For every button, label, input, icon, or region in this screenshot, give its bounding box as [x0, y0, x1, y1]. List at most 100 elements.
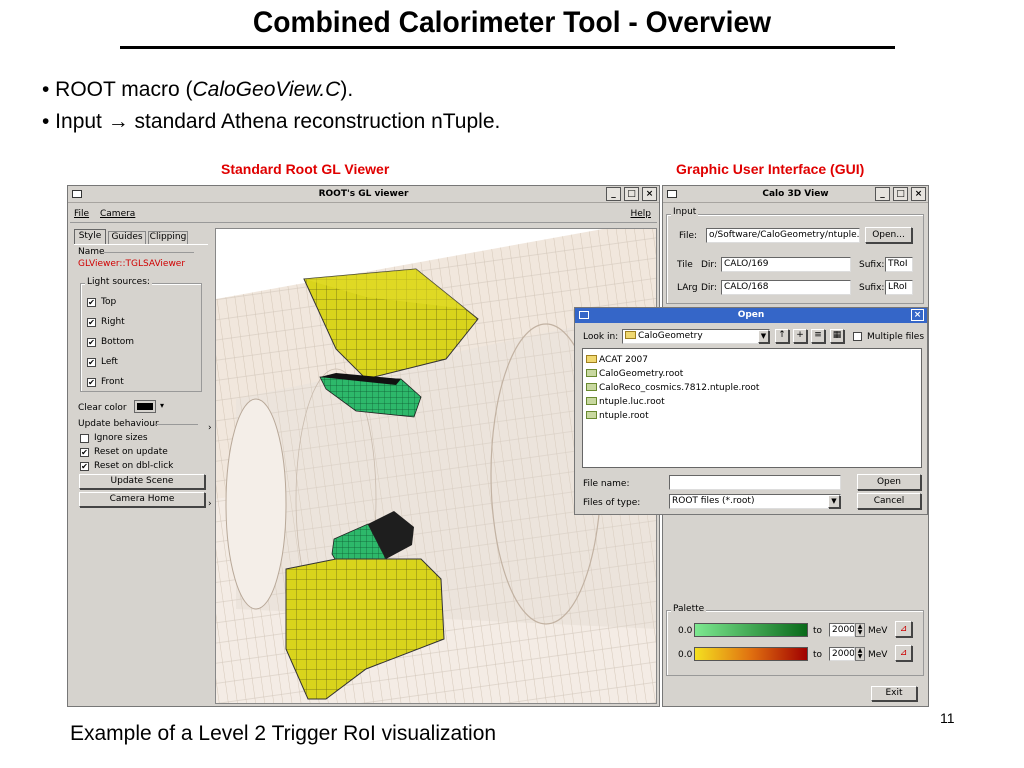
multiple-files-checkbox[interactable]: [853, 332, 862, 341]
reset-on-update-label: Reset on update: [94, 447, 168, 457]
tab-style[interactable]: Style: [74, 229, 106, 244]
camera-home-button[interactable]: Camera Home: [79, 492, 205, 507]
list-view-icon[interactable]: ≡: [811, 329, 825, 343]
light-bottom-label: Bottom: [101, 337, 135, 347]
palette-1-max-input[interactable]: 2000: [829, 623, 855, 637]
palette-2-unit: MeV: [868, 650, 888, 660]
calo-view-titlebar[interactable]: Calo 3D View _ □ ×: [663, 186, 928, 203]
list-item[interactable]: ntuple.root: [586, 411, 649, 421]
palette-1-spinner-icon[interactable]: ▲ ▼: [855, 623, 865, 637]
palette-2-max-input[interactable]: 2000: [829, 647, 855, 661]
caption-gl-viewer: Standard Root GL Viewer: [221, 161, 390, 177]
look-in-select[interactable]: CaloGeometry: [622, 329, 770, 344]
exit-button[interactable]: Exit: [871, 686, 917, 701]
reset-on-update-checkbox[interactable]: ✔: [80, 448, 89, 457]
close-icon[interactable]: ×: [911, 309, 924, 321]
tab-clipping[interactable]: Clipping: [148, 231, 188, 244]
file-open-button[interactable]: Open...: [865, 227, 912, 243]
open-dialog-title: Open: [737, 310, 765, 320]
root-file-icon: [586, 397, 597, 405]
file-name-input[interactable]: [669, 475, 841, 490]
palette-1-edit-icon[interactable]: ⊿: [895, 621, 912, 637]
palette-2-edit-icon[interactable]: ⊿: [895, 645, 912, 661]
light-bottom-checkbox[interactable]: ✔: [87, 338, 96, 347]
caption-gui: Graphic User Interface (GUI): [676, 161, 865, 177]
slide-title: Combined Calorimeter Tool - Overview: [252, 6, 772, 39]
clear-color-picker[interactable]: [134, 400, 156, 413]
list-item[interactable]: CaloGeometry.root: [586, 369, 683, 379]
palette-label: Palette: [671, 604, 707, 614]
menu-camera[interactable]: Camera: [100, 209, 135, 219]
new-folder-icon[interactable]: +: [793, 329, 807, 343]
tile-sufix-input[interactable]: TRoI: [885, 257, 913, 272]
light-front-checkbox[interactable]: ✔: [87, 378, 96, 387]
slide-footer: Example of a Level 2 Trigger RoI visuali…: [70, 722, 497, 745]
menu-help[interactable]: Help: [630, 209, 651, 219]
minimize-icon[interactable]: _: [875, 187, 890, 201]
light-right-checkbox[interactable]: ✔: [87, 318, 96, 327]
root-file-icon: [586, 411, 597, 419]
update-scene-button[interactable]: Update Scene: [79, 474, 205, 489]
menu-file[interactable]: File: [74, 209, 89, 219]
palette-2-gradient[interactable]: [694, 647, 808, 661]
chevron-down-icon[interactable]: ▾: [160, 401, 164, 410]
folder-up-icon[interactable]: ↑: [775, 329, 789, 343]
light-sources-group: [80, 283, 202, 392]
palette-1-to: to: [813, 626, 823, 636]
list-item[interactable]: ACAT 2007: [586, 355, 648, 365]
cancel-button[interactable]: Cancel: [857, 493, 921, 509]
larg-sufix-input[interactable]: LRoI: [885, 280, 913, 295]
tile-label: Tile: [677, 260, 693, 270]
tile-dir-label: Dir:: [701, 260, 718, 270]
input-group-label: Input: [671, 207, 699, 217]
folder-icon: [586, 355, 597, 363]
gl-viewer-titlebar[interactable]: ROOT's GL viewer _ □ ×: [68, 186, 659, 203]
palette-2-min: 0.0: [678, 650, 693, 660]
tab-guides[interactable]: Guides: [108, 231, 146, 244]
palette-group: [666, 610, 924, 676]
title-underline: [120, 46, 895, 49]
larg-dir-label: Dir:: [701, 283, 718, 293]
light-top-checkbox[interactable]: ✔: [87, 298, 96, 307]
file-list[interactable]: ACAT 2007 CaloGeometry.root CaloReco_cos…: [582, 348, 922, 468]
collapse-arrow-icon-2[interactable]: ›: [208, 499, 212, 509]
files-of-type-select[interactable]: ROOT files (*.root): [669, 494, 841, 509]
palette-2-spinner-icon[interactable]: ▲ ▼: [855, 647, 865, 661]
light-left-checkbox[interactable]: ✔: [87, 358, 96, 367]
gl-viewer-window: ROOT's GL viewer _ □ × File Camera Help …: [67, 185, 660, 707]
details-view-icon[interactable]: ▦: [830, 329, 844, 343]
look-in-label: Look in:: [583, 332, 619, 342]
file-path-input[interactable]: o/Software/CaloGeometry/ntuple.roo: [706, 228, 860, 243]
open-dialog-titlebar[interactable]: Open ×: [575, 308, 927, 323]
root-file-icon: [586, 383, 597, 391]
chevron-down-icon[interactable]: ▼: [828, 495, 840, 508]
collapse-arrow-icon[interactable]: ›: [208, 423, 212, 433]
light-front-label: Front: [101, 377, 124, 387]
name-label: Name: [78, 247, 105, 257]
larg-dir-input[interactable]: CALO/168: [721, 280, 851, 295]
ignore-sizes-label: Ignore sizes: [94, 433, 148, 443]
light-left-label: Left: [101, 357, 118, 367]
reset-on-dbl-click-checkbox[interactable]: ✔: [80, 462, 89, 471]
maximize-icon[interactable]: □: [624, 187, 639, 201]
palette-1-gradient[interactable]: [694, 623, 808, 637]
tile-sufix-label: Sufix:: [859, 260, 885, 270]
larg-label: LArg: [677, 283, 698, 293]
maximize-icon[interactable]: □: [893, 187, 908, 201]
light-right-label: Right: [101, 317, 125, 327]
light-sources-label: Light sources:: [85, 277, 152, 287]
ignore-sizes-checkbox[interactable]: [80, 434, 89, 443]
clear-color-label: Clear color: [78, 403, 127, 413]
close-icon[interactable]: ×: [911, 187, 926, 201]
chevron-down-icon[interactable]: ▼: [758, 330, 769, 343]
root-file-icon: [586, 369, 597, 377]
open-button[interactable]: Open: [857, 474, 921, 490]
list-item[interactable]: ntuple.luc.root: [586, 397, 665, 407]
open-file-dialog: Open × Look in: CaloGeometry ▼ ↑ + ≡ ▦ M…: [574, 307, 928, 515]
list-item[interactable]: CaloReco_cosmics.7812.ntuple.root: [586, 383, 759, 393]
minimize-icon[interactable]: _: [606, 187, 621, 201]
tile-dir-input[interactable]: CALO/169: [721, 257, 851, 272]
file-label: File:: [679, 231, 698, 241]
close-icon[interactable]: ×: [642, 187, 657, 201]
bullet-input: • Input → standard Athena reconstruction…: [42, 110, 501, 133]
